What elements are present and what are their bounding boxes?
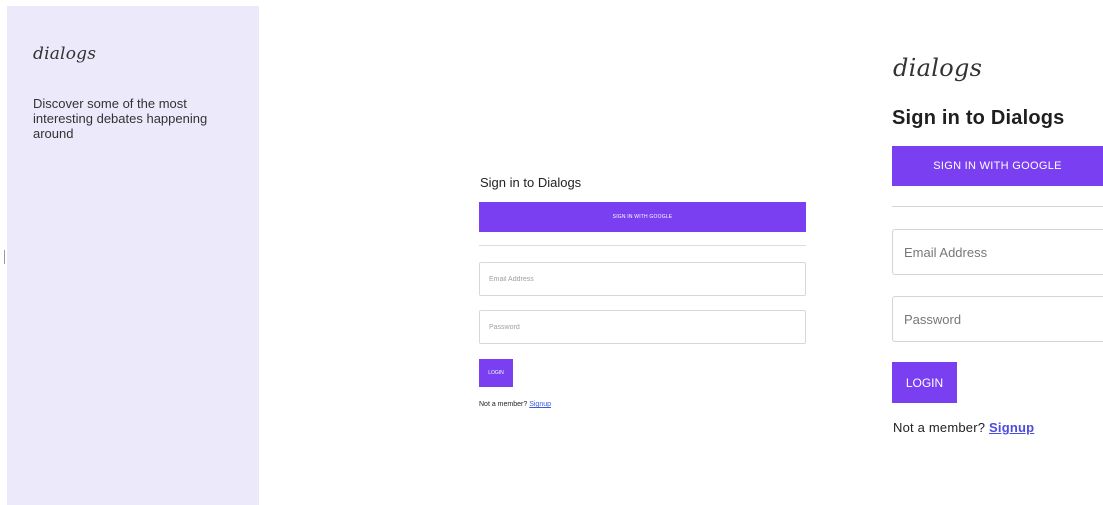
small-form-divider — [479, 245, 806, 246]
large-form-title: Sign in to Dialogs — [892, 107, 1065, 129]
small-email-field[interactable] — [479, 262, 806, 296]
large-signup-link[interactable]: Signup — [989, 420, 1034, 435]
small-member-prompt: Not a member? Signup — [479, 401, 551, 408]
large-member-text: Not a member? — [893, 420, 986, 435]
large-password-field[interactable] — [892, 296, 1103, 342]
large-google-signin-button[interactable]: SIGN IN WITH GOOGLE — [892, 146, 1103, 186]
large-member-prompt: Not a member? Signup — [893, 420, 1034, 435]
small-member-text: Not a member? — [479, 401, 528, 408]
edge-divider — [4, 250, 5, 264]
large-login-button[interactable]: LOGIN — [892, 362, 957, 403]
large-email-field[interactable] — [892, 229, 1103, 275]
brand-logo: dialogs — [33, 44, 97, 64]
small-login-button[interactable]: LOGIN — [479, 359, 513, 387]
small-form-title: Sign in to Dialogs — [480, 175, 582, 190]
small-signup-link[interactable]: Signup — [529, 401, 551, 408]
large-brand-logo: dialogs — [893, 54, 983, 82]
large-form-divider — [892, 206, 1103, 207]
small-password-field[interactable] — [479, 310, 806, 344]
tagline: Discover some of the most interesting de… — [33, 96, 208, 141]
small-google-signin-button[interactable]: SIGN IN WITH GOOGLE — [479, 202, 806, 232]
left-panel: dialogs Discover some of the most intere… — [7, 6, 259, 505]
page-root: dialogs Discover some of the most intere… — [0, 0, 1103, 505]
